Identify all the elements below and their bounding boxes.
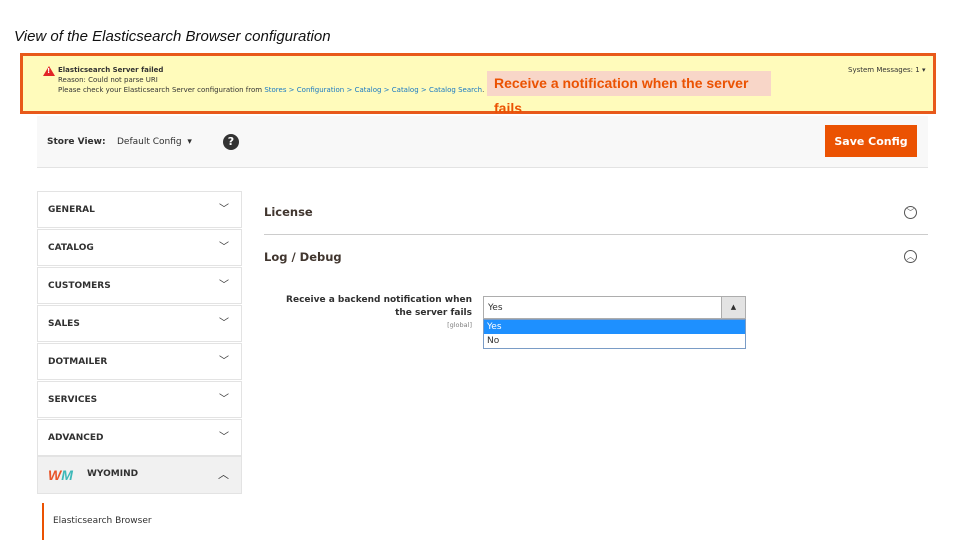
save-config-button[interactable]: Save Config bbox=[825, 125, 917, 157]
callout-label: Receive a notification when the server f… bbox=[487, 71, 771, 116]
notification-select[interactable]: Yes bbox=[483, 296, 746, 319]
chevron-down-icon: ﹀ bbox=[219, 204, 229, 215]
option-no[interactable]: No bbox=[484, 334, 745, 348]
sidebar-item-label: SERVICES bbox=[48, 395, 98, 405]
chevron-down-icon: ﹀ bbox=[219, 242, 229, 253]
chevron-down-icon: ﹀ bbox=[219, 356, 229, 367]
scope-label: [global] bbox=[447, 321, 472, 329]
sidebar-item-customers[interactable]: CUSTOMERS ﹀ bbox=[37, 267, 242, 304]
store-view-label: Store View: bbox=[47, 137, 106, 147]
field-label: Receive a backend notification when the … bbox=[286, 295, 472, 318]
sidebar-subitem-elasticsearch-browser[interactable]: Elasticsearch Browser bbox=[42, 503, 242, 540]
store-view-switcher[interactable]: Default Config ▾ bbox=[117, 137, 192, 147]
sidebar-item-label: DOTMAILER bbox=[48, 357, 108, 367]
message-check-text: Please check your Elasticsearch Server c… bbox=[58, 86, 265, 94]
warning-icon bbox=[43, 66, 55, 76]
collapse-icon[interactable]: ︿ bbox=[904, 250, 917, 263]
sidebar-item-label: CATALOG bbox=[48, 243, 94, 253]
divider bbox=[264, 234, 928, 235]
config-link[interactable]: Stores > Configuration > Catalog > Catal… bbox=[264, 86, 482, 94]
sidebar-item-dotmailer[interactable]: DOTMAILER ﹀ bbox=[37, 343, 242, 380]
chevron-down-icon: ﹀ bbox=[219, 318, 229, 329]
sidebar-item-label: SALES bbox=[48, 319, 80, 329]
caption: View of the Elasticsearch Browser config… bbox=[14, 28, 331, 45]
system-messages-count: System Messages: 1 bbox=[848, 66, 920, 74]
sidebar-item-advanced[interactable]: ADVANCED ﹀ bbox=[37, 419, 242, 456]
message-suffix: . bbox=[482, 86, 485, 94]
caret-down-icon: ▾ bbox=[184, 137, 192, 147]
caret-up-icon[interactable]: ▲ bbox=[721, 297, 745, 318]
sidebar-item-label: WYOMIND bbox=[87, 469, 139, 479]
message-check: Please check your Elasticsearch Server c… bbox=[58, 86, 484, 94]
wyomind-logo: WM bbox=[48, 467, 73, 483]
sidebar-item-label: CUSTOMERS bbox=[48, 281, 111, 291]
sidebar-item-services[interactable]: SERVICES ﹀ bbox=[37, 381, 242, 418]
expand-icon[interactable]: ﹀ bbox=[904, 206, 917, 219]
sidebar-item-general[interactable]: GENERAL ﹀ bbox=[37, 191, 242, 228]
message-reason: Reason: Could not parse URI bbox=[58, 76, 158, 84]
option-yes[interactable]: Yes bbox=[484, 320, 745, 334]
chevron-down-icon: ﹀ bbox=[219, 394, 229, 405]
sidebar-item-label: ADVANCED bbox=[48, 433, 104, 443]
section-license[interactable]: License bbox=[264, 205, 313, 219]
caret-down-icon: ▾ bbox=[921, 66, 926, 74]
sidebar-item-sales[interactable]: SALES ﹀ bbox=[37, 305, 242, 342]
sidebar-item-label: GENERAL bbox=[48, 205, 95, 215]
system-messages-toggle[interactable]: System Messages: 1 ▾ bbox=[848, 66, 925, 74]
chevron-down-icon: ﹀ bbox=[219, 432, 229, 443]
help-icon[interactable]: ? bbox=[223, 134, 239, 150]
chevron-down-icon: ﹀ bbox=[219, 280, 229, 291]
dropdown-list: Yes No bbox=[483, 319, 746, 349]
message-title: Elasticsearch Server failed bbox=[58, 66, 164, 74]
store-view-value: Default Config bbox=[117, 137, 182, 147]
section-log-debug[interactable]: Log / Debug bbox=[264, 250, 342, 264]
chevron-up-icon: ︿ bbox=[218, 468, 229, 481]
sidebar-item-catalog[interactable]: CATALOG ﹀ bbox=[37, 229, 242, 266]
